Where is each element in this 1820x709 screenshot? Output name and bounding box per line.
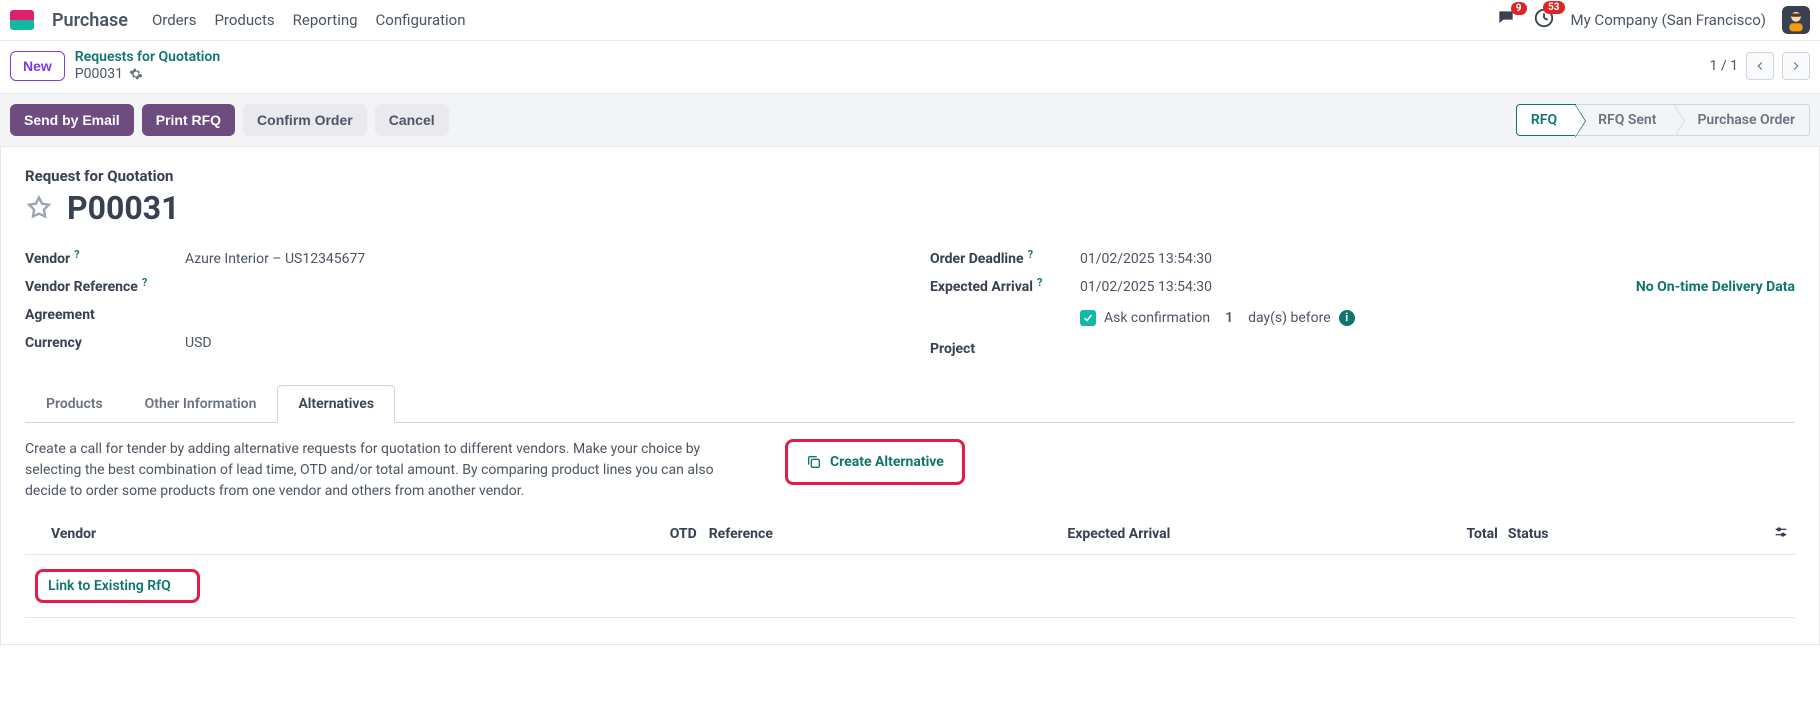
status-steps: RFQ RFQ Sent Purchase Order (1517, 104, 1810, 136)
columns-adjust-button[interactable] (1759, 524, 1789, 544)
link-existing-rfq-button[interactable]: Link to Existing RfQ (48, 578, 171, 594)
top-nav: Purchase Orders Products Reporting Confi… (0, 0, 1820, 41)
company-switcher[interactable]: My Company (San Francisco) (1571, 11, 1766, 29)
nav-configuration[interactable]: Configuration (376, 11, 466, 29)
deadline-field[interactable]: 01/02/2025 13:54:30 (1080, 251, 1795, 267)
confirmation-days-input[interactable]: 1 (1218, 307, 1240, 329)
col-vendor: Vendor (31, 526, 589, 542)
print-rfq-button[interactable]: Print RFQ (142, 104, 235, 136)
pager-next[interactable] (1782, 52, 1810, 80)
col-expected: Expected Arrival (1067, 526, 1354, 542)
help-icon[interactable]: ? (1037, 276, 1042, 289)
app-logo[interactable] (10, 10, 34, 30)
send-email-button[interactable]: Send by Email (10, 104, 134, 136)
right-column: Order Deadline? 01/02/2025 13:54:30 Expe… (930, 245, 1795, 363)
star-icon[interactable] (25, 194, 53, 222)
create-alternative-label: Create Alternative (830, 454, 944, 470)
new-button[interactable]: New (10, 51, 65, 81)
gear-icon[interactable] (129, 67, 143, 81)
tabs: Products Other Information Alternatives (25, 385, 1795, 423)
sheet-subtitle: Request for Quotation (25, 167, 1795, 185)
messages-icon[interactable]: 9 (1495, 8, 1517, 32)
tab-other-info[interactable]: Other Information (124, 385, 278, 422)
days-before-label: day(s) before (1248, 310, 1331, 326)
arrival-label: Expected Arrival? (930, 279, 1080, 295)
arrival-value: 01/02/2025 13:54:30 (1080, 279, 1212, 295)
cancel-button[interactable]: Cancel (375, 104, 449, 136)
alternatives-description: Create a call for tender by adding alter… (25, 439, 745, 502)
nav-products[interactable]: Products (214, 11, 274, 29)
avatar[interactable] (1782, 6, 1810, 34)
link-existing-rfq-highlight: Link to Existing RfQ (35, 569, 200, 603)
nav-reporting[interactable]: Reporting (293, 11, 358, 29)
col-reference: Reference (709, 526, 1068, 542)
breadcrumb-current: P00031 (75, 66, 220, 83)
pager: 1 / 1 (1710, 52, 1810, 80)
no-otd-link[interactable]: No On-time Delivery Data (1636, 279, 1795, 295)
create-alternative-button[interactable]: Create Alternative (796, 446, 954, 478)
col-status: Status (1508, 526, 1759, 542)
ask-confirmation-label: Ask confirmation (1104, 310, 1210, 326)
confirm-order-button[interactable]: Confirm Order (243, 104, 367, 136)
pager-prev[interactable] (1746, 52, 1774, 80)
form-sheet: Request for Quotation P00031 Vendor? Azu… (0, 147, 1820, 645)
alternatives-table-header: Vendor OTD Reference Expected Arrival To… (25, 514, 1795, 555)
help-icon[interactable]: ? (142, 276, 147, 289)
create-alternative-highlight: Create Alternative (785, 439, 965, 485)
page-title: P00031 (67, 189, 179, 227)
vendor-field[interactable]: Azure Interior – US12345677 (185, 251, 890, 267)
breadcrumb-parent[interactable]: Requests for Quotation (75, 49, 220, 66)
help-icon[interactable]: ? (74, 248, 79, 261)
deadline-label: Order Deadline? (930, 251, 1080, 267)
project-label: Project (930, 341, 1080, 357)
messages-badge: 9 (1511, 2, 1527, 15)
currency-label: Currency (25, 335, 185, 351)
col-otd: OTD (589, 526, 709, 542)
info-icon[interactable]: i (1339, 310, 1355, 326)
breadcrumb-id: P00031 (75, 66, 123, 83)
tab-alternatives[interactable]: Alternatives (277, 385, 395, 423)
left-column: Vendor? Azure Interior – US12345677 Vend… (25, 245, 890, 363)
status-rfq[interactable]: RFQ (1516, 104, 1576, 136)
app-title[interactable]: Purchase (52, 10, 128, 31)
status-rfq-sent[interactable]: RFQ Sent (1575, 104, 1675, 136)
tab-products[interactable]: Products (25, 385, 124, 422)
alternatives-content: Create a call for tender by adding alter… (25, 423, 1795, 634)
currency-field[interactable]: USD (185, 335, 890, 351)
breadcrumb: New Requests for Quotation P00031 1 / 1 (0, 41, 1820, 93)
agreement-label: Agreement (25, 307, 185, 323)
pager-count: 1 / 1 (1710, 58, 1738, 74)
sliders-icon (1773, 524, 1789, 540)
vendor-label: Vendor? (25, 251, 185, 267)
col-total: Total (1354, 526, 1507, 542)
status-purchase-order[interactable]: Purchase Order (1674, 104, 1810, 136)
status-bar: Send by Email Print RFQ Confirm Order Ca… (0, 93, 1820, 147)
link-rfq-row: Link to Existing RfQ (25, 555, 1795, 618)
nav-orders[interactable]: Orders (152, 11, 197, 29)
ask-confirmation-checkbox[interactable] (1080, 310, 1096, 326)
activities-icon[interactable]: 53 (1533, 7, 1555, 33)
copy-icon (806, 454, 822, 470)
arrival-field[interactable]: 01/02/2025 13:54:30 No On-time Delivery … (1080, 279, 1795, 295)
activities-badge: 53 (1543, 1, 1564, 14)
ask-confirmation-row: Ask confirmation 1 day(s) before i (1080, 307, 1795, 329)
vendor-ref-label: Vendor Reference? (25, 279, 185, 295)
help-icon[interactable]: ? (1028, 248, 1033, 261)
